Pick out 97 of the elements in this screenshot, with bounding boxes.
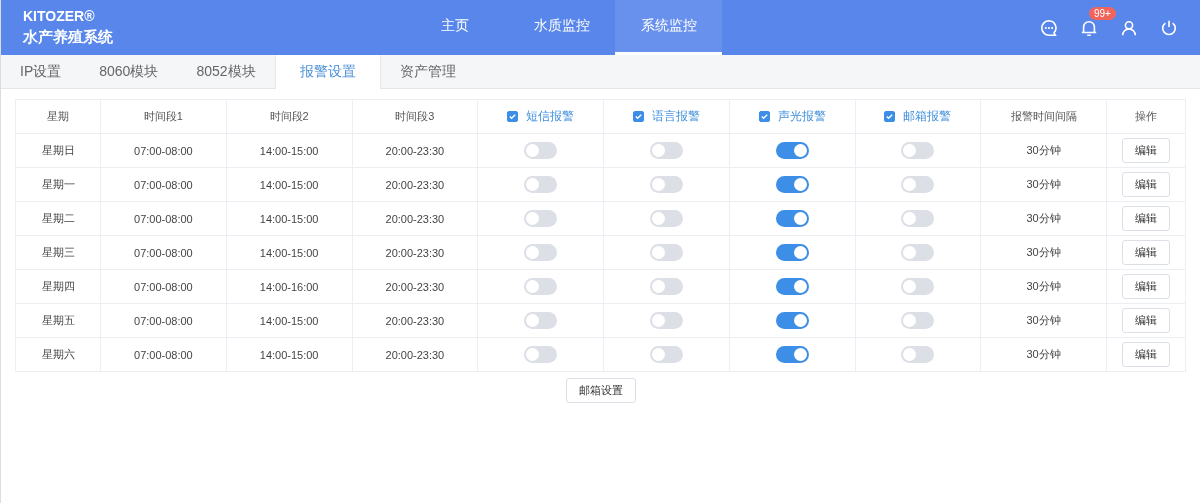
table-cell: 星期二 [15,201,101,236]
table-cell: 14:00-15:00 [226,133,352,168]
notification-badge: 99+ [1089,6,1116,20]
toggle-switch[interactable] [649,210,683,227]
power-icon[interactable] [1160,18,1178,37]
tab[interactable]: 报警设置 [274,55,381,89]
table-cell: 30分钟 [980,337,1107,372]
column-header: 报警时间间隔 [980,99,1107,134]
toggle-switch[interactable] [649,142,683,159]
table-cell: 20:00-23:30 [352,201,478,236]
toggle-switch[interactable] [524,244,558,261]
toggle-switch[interactable] [649,312,683,329]
edit-button[interactable]: 编辑 [1122,240,1170,265]
table-cell: 星期五 [15,303,101,338]
checkbox[interactable] [884,111,896,122]
tab[interactable]: 资产管理 [380,55,475,88]
edit-button[interactable]: 编辑 [1122,274,1170,299]
table-cell: 30分钟 [980,167,1107,202]
toggle-switch[interactable] [649,278,683,295]
app-title: 水产养殖系统 [23,28,114,47]
table-cell: 星期日 [15,133,101,168]
table-cell: 30分钟 [980,133,1107,168]
column-header: 时间段1 [100,99,227,134]
edit-button[interactable]: 编辑 [1122,342,1170,367]
toggle-switch[interactable] [775,244,809,261]
table-cell: 20:00-23:30 [352,235,478,270]
chat-icon[interactable] [1040,18,1058,37]
toggle-switch[interactable] [775,176,809,193]
toggle-switch[interactable] [524,210,558,227]
toggle-switch[interactable] [524,346,558,363]
checkbox-label: 短信报警 [526,108,575,125]
toggle-switch[interactable] [901,176,935,193]
checkbox[interactable] [758,111,770,122]
toggle-switch[interactable] [775,312,809,329]
toggle-switch[interactable] [524,176,558,193]
table-cell: 20:00-23:30 [352,269,478,304]
edit-button[interactable]: 编辑 [1122,308,1170,333]
toggle-switch[interactable] [775,346,809,363]
tab[interactable]: 8052模块 [177,55,275,88]
table-cell: 星期三 [15,235,101,270]
toggle-switch[interactable] [775,142,809,159]
table-cell: 30分钟 [980,235,1107,270]
toggle-switch[interactable] [901,142,935,159]
toggle-switch[interactable] [524,142,558,159]
edit-button[interactable]: 编辑 [1122,206,1170,231]
column-header: 操作 [1106,99,1186,134]
toggle-switch[interactable] [775,210,809,227]
table-cell: 07:00-08:00 [100,269,227,304]
tab[interactable]: IP设置 [1,55,81,88]
toggle-switch[interactable] [524,278,558,295]
table-cell: 07:00-08:00 [100,167,227,202]
table-cell: 20:00-23:30 [352,337,478,372]
table-cell: 14:00-16:00 [226,269,352,304]
column-header: 时间段2 [226,99,352,134]
table-cell: 07:00-08:00 [100,303,227,338]
edit-button[interactable]: 编辑 [1122,138,1170,163]
table-cell: 07:00-08:00 [100,337,227,372]
toggle-switch[interactable] [901,244,935,261]
toggle-switch[interactable] [649,176,683,193]
table-cell: 07:00-08:00 [100,235,227,270]
checkbox-label: 语言报警 [651,108,700,125]
toggle-switch[interactable] [649,244,683,261]
toggle-switch[interactable] [901,210,935,227]
table-cell: 30分钟 [980,303,1107,338]
table-cell: 14:00-15:00 [226,235,352,270]
email-settings-button[interactable]: 邮箱设置 [565,378,636,403]
table-cell: 30分钟 [980,201,1107,236]
checkbox[interactable] [507,111,519,122]
tab[interactable]: 8060模块 [80,55,178,88]
toggle-switch[interactable] [649,346,683,363]
toggle-switch[interactable] [901,346,935,363]
table-cell: 07:00-08:00 [100,133,227,168]
table-cell: 07:00-08:00 [100,201,227,236]
column-header: 星期 [15,99,101,134]
table-cell: 14:00-15:00 [226,167,352,202]
toggle-switch[interactable] [524,312,558,329]
table-cell: 14:00-15:00 [226,303,352,338]
table-cell: 14:00-15:00 [226,337,352,372]
table-cell: 14:00-15:00 [226,201,352,236]
checkbox-label: 邮箱报警 [903,108,952,125]
table-cell: 20:00-23:30 [352,167,478,202]
brand-name: KITOZER® [23,8,96,24]
toggle-switch[interactable] [901,278,935,295]
checkbox[interactable] [632,111,644,122]
table-cell: 30分钟 [980,269,1107,304]
column-header: 时间段3 [352,99,478,134]
bell-icon[interactable] [1080,18,1098,37]
table-cell: 20:00-23:30 [352,133,478,168]
table-cell: 星期一 [15,167,101,202]
toggle-switch[interactable] [901,312,935,329]
table-cell: 星期六 [15,337,101,372]
edit-button[interactable]: 编辑 [1122,172,1170,197]
table-cell: 星期四 [15,269,101,304]
checkbox-label: 声光报警 [777,108,826,125]
table-cell: 20:00-23:30 [352,303,478,338]
user-icon[interactable] [1120,18,1138,37]
toggle-switch[interactable] [775,278,809,295]
